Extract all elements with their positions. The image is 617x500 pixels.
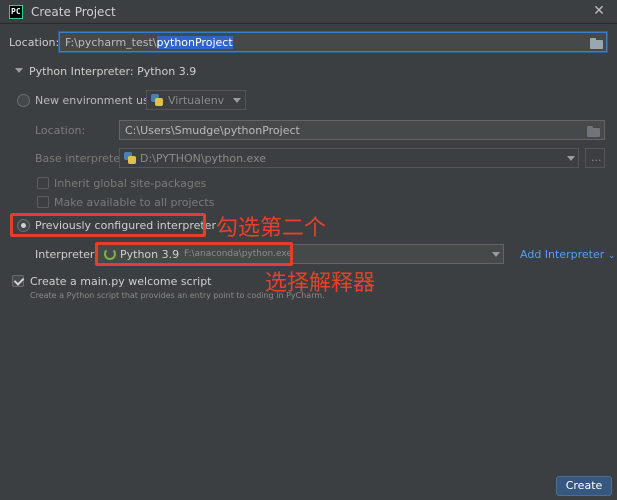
new-environment-radio[interactable]: [17, 94, 30, 107]
base-interpreter-select[interactable]: D:\PYTHON\python.exe: [119, 148, 579, 168]
title-bar: PC Create Project ✕: [0, 0, 617, 24]
location-path-prefix: F:\pycharm_test\: [65, 36, 157, 49]
welcome-script-label: Create a main.py welcome script: [30, 275, 212, 288]
venv-location-input[interactable]: C:\Users\Smudge\pythonProject: [119, 120, 605, 140]
annotation-select-second: 勾选第二个: [216, 216, 327, 241]
location-selected-text: pythonProject: [156, 36, 233, 49]
base-interpreter-label: Base interpreter:: [35, 152, 129, 165]
inherit-packages-checkbox[interactable]: [37, 177, 49, 189]
browse-button-label: ...: [591, 151, 602, 164]
inherit-packages-label: Inherit global site-packages: [54, 177, 207, 190]
python-icon: [124, 152, 136, 164]
venv-location-label: Location:: [35, 124, 86, 137]
available-all-projects-label: Make available to all projects: [54, 196, 215, 209]
chevron-down-icon: [567, 156, 575, 161]
chevron-down-icon: ⌄: [607, 251, 616, 261]
expand-caret-icon[interactable]: [15, 68, 23, 73]
location-label: Location:: [9, 36, 60, 49]
folder-icon[interactable]: [590, 38, 603, 49]
browse-base-interpreter-button[interactable]: ...: [585, 148, 605, 168]
available-all-projects-checkbox[interactable]: [37, 196, 49, 208]
create-button[interactable]: Create: [556, 476, 612, 496]
welcome-script-description: Create a Python script that provides an …: [30, 291, 325, 300]
venv-location-value: C:\Users\Smudge\pythonProject: [125, 124, 300, 137]
python-icon: [151, 94, 163, 106]
welcome-script-checkbox[interactable]: [12, 275, 24, 287]
add-interpreter-label: Add Interpreter: [520, 248, 605, 261]
pycharm-logo-icon: PC: [9, 5, 23, 19]
chevron-down-icon: [233, 98, 241, 103]
location-input[interactable]: F:\pycharm_test\pythonProject: [59, 32, 607, 52]
folder-icon[interactable]: [587, 126, 600, 137]
annotation-highlight-box: [10, 213, 206, 237]
annotation-highlight-box: [95, 242, 293, 266]
button-bar: [0, 470, 617, 500]
window-title: Create Project: [31, 5, 116, 19]
add-interpreter-link[interactable]: Add Interpreter ⌄: [520, 248, 615, 261]
environment-tool-value: Virtualenv: [168, 94, 225, 107]
environment-tool-select[interactable]: Virtualenv: [146, 90, 246, 110]
interpreter-section-header[interactable]: Python Interpreter: Python 3.9: [29, 65, 196, 78]
base-interpreter-value: D:\PYTHON\python.exe: [140, 152, 267, 165]
close-icon[interactable]: ✕: [591, 3, 607, 19]
interpreter-label: Interpreter:: [35, 248, 98, 261]
chevron-down-icon: [492, 252, 500, 257]
